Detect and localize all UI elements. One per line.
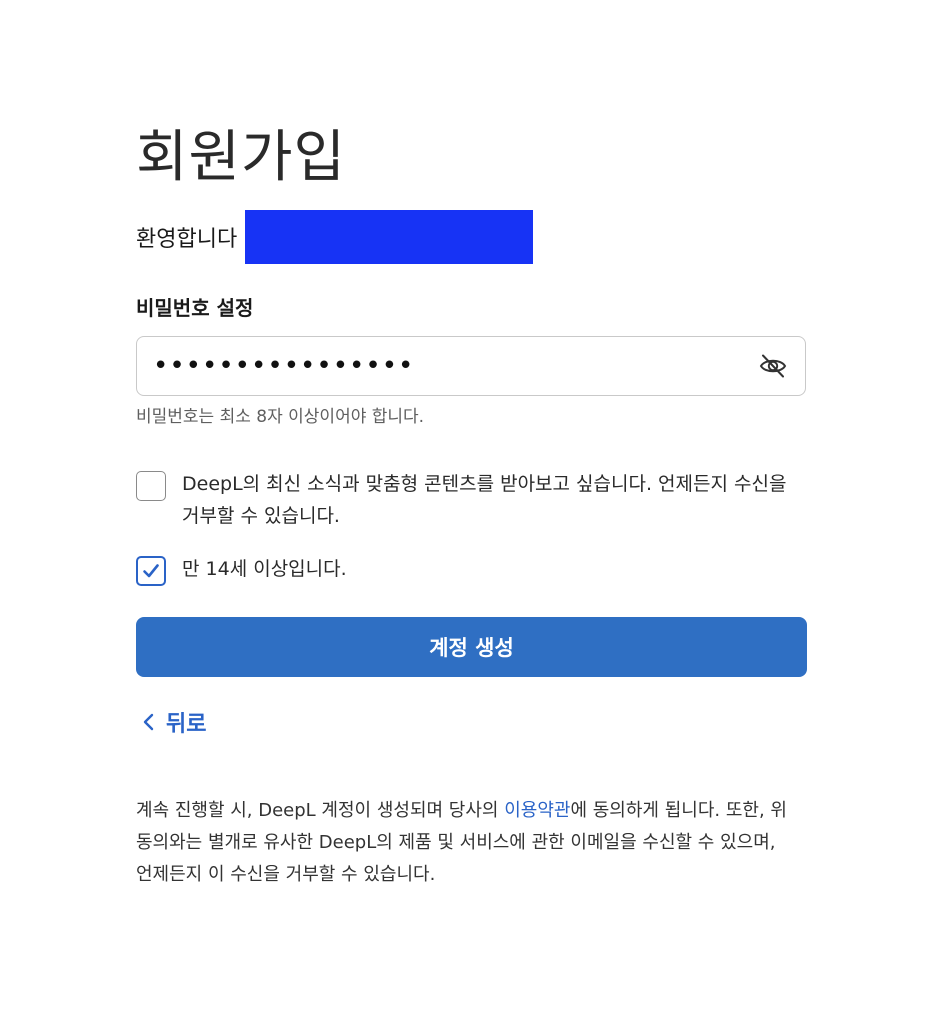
newsletter-label[interactable]: DeepL의 최신 소식과 맞춤형 콘텐츠를 받아보고 싶습니다. 언제든지 수…	[182, 468, 802, 532]
age-checkbox[interactable]	[136, 556, 166, 586]
eye-off-icon[interactable]	[757, 350, 789, 382]
check-icon	[143, 564, 159, 578]
create-account-button[interactable]: 계정 생성	[136, 617, 807, 677]
password-value[interactable]: ••••••••••••••••	[137, 353, 757, 379]
terms-link[interactable]: 이용약관	[504, 800, 570, 821]
password-input[interactable]: ••••••••••••••••	[136, 336, 806, 396]
welcome-row: 환영합니다	[136, 210, 534, 264]
terms-text-before: 계속 진행할 시, DeepL 계정이 생성되며 당사의	[136, 800, 505, 821]
newsletter-checkbox[interactable]	[136, 471, 166, 501]
age-label[interactable]: 만 14세 이상입니다.	[182, 553, 802, 585]
password-hint: 비밀번호는 최소 8자 이상이어야 합니다.	[136, 407, 425, 427]
page-title: 회원가입	[136, 125, 347, 190]
password-label: 비밀번호 설정	[136, 296, 254, 320]
age-option[interactable]: 만 14세 이상입니다.	[136, 556, 802, 586]
welcome-text: 환영합니다	[136, 227, 238, 252]
newsletter-option[interactable]: DeepL의 최신 소식과 맞춤형 콘텐츠를 받아보고 싶습니다. 언제든지 수…	[136, 471, 802, 532]
chevron-left-icon	[143, 713, 154, 731]
terms-notice: 계속 진행할 시, DeepL 계정이 생성되며 당사의 이용약관에 동의하게 …	[136, 795, 796, 891]
back-label[interactable]: 뒤로	[166, 706, 206, 738]
redacted-email	[245, 210, 534, 264]
back-link[interactable]: 뒤로	[142, 706, 206, 738]
